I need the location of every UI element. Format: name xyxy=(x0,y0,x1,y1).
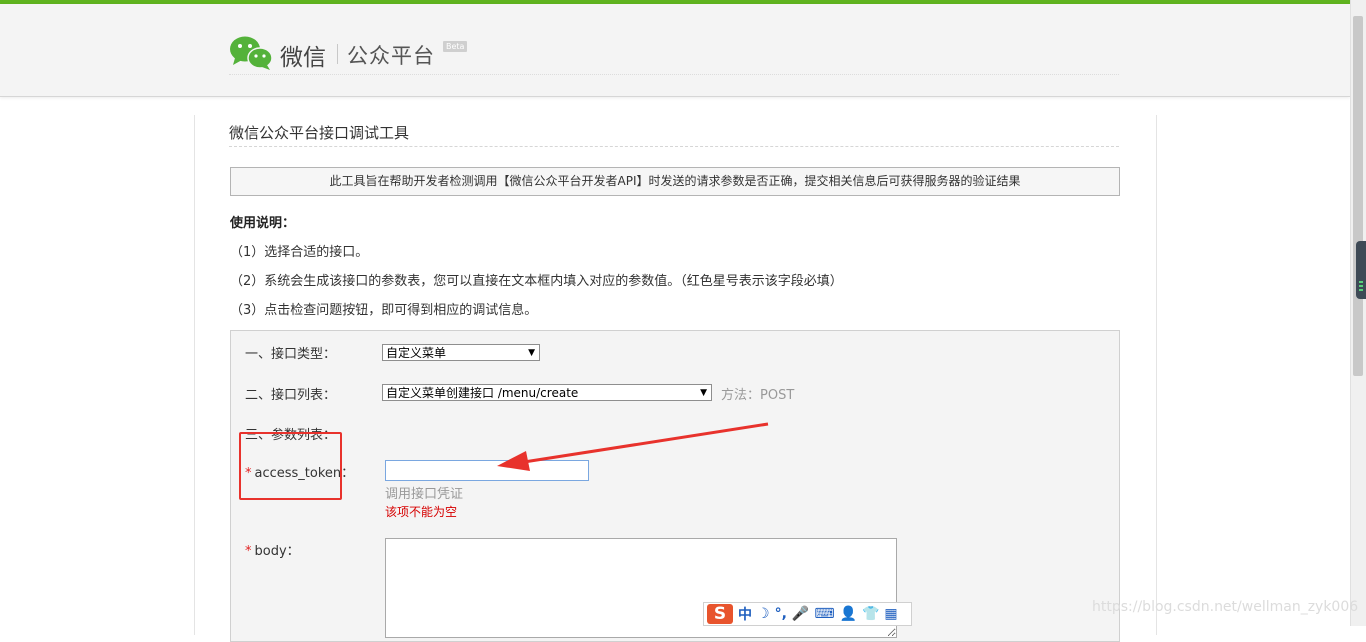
notice-box: 此工具旨在帮助开发者检测调用【微信公众平台开发者API】时发送的请求参数是否正确… xyxy=(230,167,1120,196)
logo-platform-text[interactable]: 公众平台 xyxy=(347,40,435,70)
method-text: 方法：POST xyxy=(721,388,795,403)
punctuation-icon[interactable]: °, xyxy=(775,606,787,622)
side-widget-icon[interactable] xyxy=(1356,241,1366,299)
api-type-label: 一、接口类型： xyxy=(245,347,337,362)
api-type-select-value: 自定义菜单 xyxy=(386,346,447,360)
microphone-icon[interactable]: 🎤 xyxy=(792,606,809,622)
usage-item: （3）点击检查问题按钮，即可得到相应的调试信息。 xyxy=(230,303,538,318)
usage-item: （2）系统会生成该接口的参数表，您可以直接在文本框内填入对应的参数值。（红色星号… xyxy=(230,274,843,289)
watermark-text: https://blog.csdn.net/wellman_zyk006 xyxy=(1092,599,1359,615)
body-label-text: body： xyxy=(254,544,300,559)
title-divider xyxy=(229,146,1119,147)
keyboard-icon[interactable]: ⌨ xyxy=(814,606,834,622)
ime-chinese-mode-icon[interactable]: 中 xyxy=(738,604,752,624)
page-title: 微信公众平台接口调试工具 xyxy=(229,124,410,142)
wechat-logo-icon[interactable] xyxy=(229,34,273,70)
usage-item: （1）选择合适的接口。 xyxy=(230,245,369,260)
site-header xyxy=(0,4,1350,97)
api-list-select-value: 自定义菜单创建接口 /menu/create xyxy=(386,386,579,400)
sogou-logo-icon[interactable]: S xyxy=(707,604,733,624)
body-label: * body： xyxy=(245,540,300,559)
grid-icon[interactable]: ▦ xyxy=(884,606,897,622)
user-icon[interactable]: 👤 xyxy=(840,606,857,622)
api-list-label: 二、接口列表： xyxy=(245,388,337,403)
logo-divider xyxy=(337,44,338,64)
skin-icon[interactable]: 👕 xyxy=(862,606,879,622)
usage-title: 使用说明： xyxy=(230,216,296,231)
ime-toolbar[interactable]: S 中 ☽ °, 🎤 ⌨ 👤 👕 ▦ xyxy=(703,602,912,626)
annotation-arrow-icon xyxy=(497,422,769,471)
moon-icon[interactable]: ☽ xyxy=(757,606,770,622)
chevron-down-icon: ▼ xyxy=(528,348,535,358)
logo-wechat-text[interactable]: 微信 xyxy=(280,38,326,72)
required-mark: * xyxy=(245,544,252,559)
annotation-highlight-box xyxy=(239,432,342,500)
access-token-hint: 调用接口凭证 xyxy=(385,487,464,502)
api-type-select[interactable]: 自定义菜单 ▼ xyxy=(382,344,540,361)
chevron-down-icon: ▼ xyxy=(700,388,707,398)
scrollbar-thumb[interactable] xyxy=(1353,16,1363,376)
header-divider xyxy=(229,74,1119,75)
api-list-select[interactable]: 自定义菜单创建接口 /menu/create ▼ xyxy=(382,384,712,401)
beta-badge: Beta xyxy=(443,41,468,52)
access-token-error: 该项不能为空 xyxy=(385,505,458,519)
